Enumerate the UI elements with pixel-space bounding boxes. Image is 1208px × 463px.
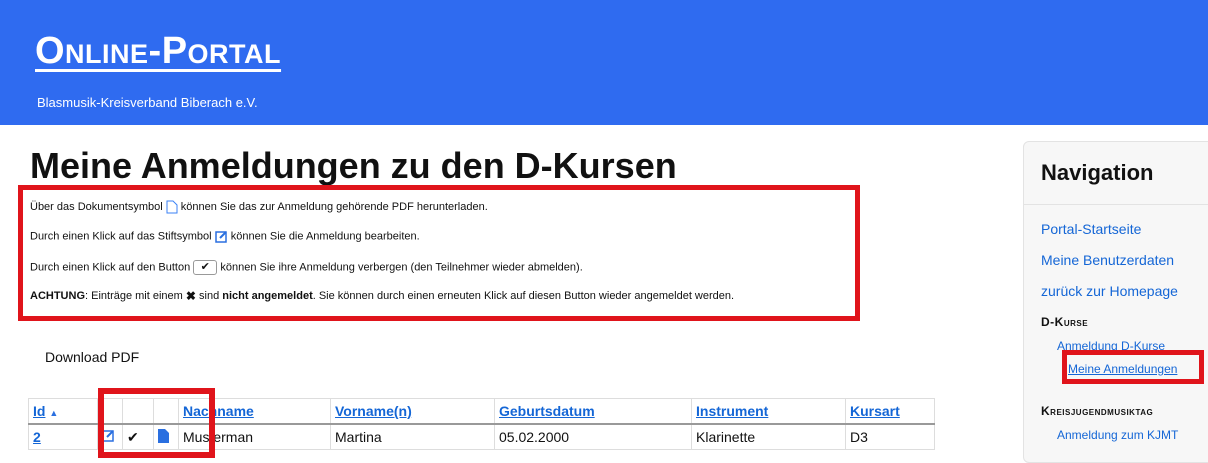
navigation-title: Navigation [1041,160,1154,185]
x-mark-icon: ✖ [185,289,196,304]
nav-item-homepage[interactable]: zurück zur Homepage [1041,283,1178,299]
header-bar: Online-Portal Blasmusik-Kreisverband Bib… [0,0,1208,125]
info-line-hide: Durch einen Klick auf den Button ✔ könne… [30,260,583,275]
sort-instrument-link[interactable]: Instrument [696,403,768,419]
info-line-edit: Durch einen Klick auf das Stiftsymbol kö… [30,230,420,243]
info-line-warning: ACHTUNG: Einträge mit einem ✖ sind nicht… [30,289,735,304]
cell-instrument: Klarinette [691,423,846,450]
nav-item-portal-startseite[interactable]: Portal-Startseite [1041,221,1141,237]
page-title: Meine Anmeldungen zu den D-Kursen [30,145,677,186]
pencil-icon [214,231,227,243]
sort-vorname-link[interactable]: Vorname(n) [335,403,412,419]
nav-section-d-kurse: D-Kurse [1041,315,1089,329]
cell-vorname: Martina [330,423,495,450]
info-line-pdf: Über das Dokumentsymbol können Sie das z… [30,200,488,214]
cell-kursart: D3 [845,423,935,450]
navigation-divider [1024,204,1208,205]
nav-highlight-box [1062,350,1204,384]
nav-item-benutzerdaten[interactable]: Meine Benutzerdaten [1041,252,1174,268]
nav-item-anmeldung-kjmt[interactable]: Anmeldung zum KJMT [1057,428,1178,442]
document-icon [166,200,178,214]
info-box: Über das Dokumentsymbol können Sie das z… [18,185,860,321]
sort-geburtsdatum-link[interactable]: Geburtsdatum [499,403,595,419]
sort-asc-icon: ▲ [49,408,59,418]
row-id-link[interactable]: 2 [33,429,41,445]
download-pdf-button[interactable]: Download PDF [45,349,139,365]
portal-subtitle: Blasmusik-Kreisverband Biberach e.V. [37,95,258,110]
nav-section-kreisjugendmusiktag: Kreisjugendmusiktag [1041,404,1154,418]
cell-geburtsdatum: 05.02.2000 [494,423,692,450]
sort-kursart-link[interactable]: Kursart [850,403,900,419]
check-button-icon: ✔ [193,260,218,275]
portal-title-link[interactable]: Online-Portal [35,32,281,70]
navigation-panel: Navigation Portal-Startseite Meine Benut… [1023,141,1208,463]
sort-id-link[interactable]: Id [33,403,45,419]
